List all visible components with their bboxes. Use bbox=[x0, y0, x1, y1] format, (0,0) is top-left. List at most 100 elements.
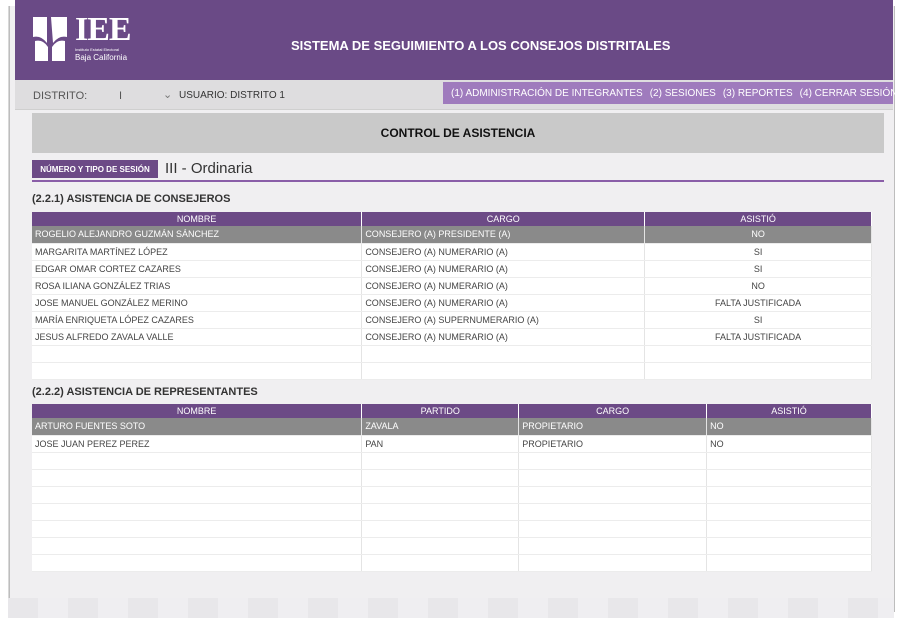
table-cell bbox=[706, 486, 872, 504]
table-cell: PROPIETARIO bbox=[518, 435, 708, 453]
col-nombre[interactable]: NOMBRE bbox=[32, 404, 363, 418]
table-cell bbox=[32, 452, 363, 470]
nav-administracion[interactable]: (1) ADMINISTRACIÓN DE INTEGRANTES bbox=[451, 88, 643, 99]
table-cell: JOSE JUAN PEREZ PEREZ bbox=[32, 435, 363, 453]
nav-cerrar-sesion[interactable]: (4) CERRAR SESIÓN bbox=[800, 88, 897, 99]
table-row[interactable]: MARÍA ENRIQUETA LÓPEZ CAZARES CONSEJERO (… bbox=[32, 311, 872, 329]
table-cell bbox=[706, 503, 872, 521]
table-row[interactable] bbox=[32, 503, 872, 521]
table-cell bbox=[32, 469, 363, 487]
col-partido[interactable]: PARTIDO bbox=[361, 404, 520, 418]
distrito-select[interactable]: I bbox=[119, 90, 122, 102]
table-cell: CONSEJERO (A) SUPERNUMERARIO (A) bbox=[361, 311, 646, 329]
table-cell: SI bbox=[644, 243, 872, 261]
table-cell: SI bbox=[644, 260, 872, 278]
table-row[interactable] bbox=[32, 554, 872, 572]
table-cell bbox=[518, 486, 708, 504]
table-cell bbox=[32, 503, 363, 521]
main-nav: (1) ADMINISTRACIÓN DE INTEGRANTES (2) SE… bbox=[443, 82, 897, 104]
table-row[interactable]: JESUS ALFREDO ZAVALA VALLE CONSEJERO (A) … bbox=[32, 328, 872, 346]
table-row[interactable]: JOSE JUAN PEREZ PEREZ PAN PROPIETARIO NO bbox=[32, 435, 872, 453]
table-cell: ARTURO FUENTES SOTO bbox=[32, 418, 363, 436]
table-cell: ZAVALA bbox=[361, 418, 520, 436]
table-cell: JESUS ALFREDO ZAVALA VALLE bbox=[32, 328, 363, 346]
nav-sesiones[interactable]: (2) SESIONES bbox=[650, 88, 716, 99]
col-cargo[interactable]: CARGO bbox=[361, 212, 646, 226]
table-row[interactable] bbox=[32, 520, 872, 538]
table-cell bbox=[706, 469, 872, 487]
table-cell: PAN bbox=[361, 435, 520, 453]
col-asistio[interactable]: ASISTIÓ bbox=[706, 404, 872, 418]
footer-pattern bbox=[8, 598, 894, 618]
table-cell bbox=[32, 537, 363, 555]
nav-reportes[interactable]: (3) REPORTES bbox=[723, 88, 793, 99]
table-cell: NO bbox=[644, 277, 872, 295]
table-cell bbox=[361, 362, 646, 380]
table-cell bbox=[706, 537, 872, 555]
table-cell bbox=[518, 503, 708, 521]
table-cell bbox=[644, 345, 872, 363]
table-cell bbox=[361, 503, 520, 521]
table-cell bbox=[644, 362, 872, 380]
table-cell: CONSEJERO (A) PRESIDENTE (A) bbox=[361, 226, 646, 244]
table-cell: NO bbox=[706, 418, 872, 436]
logo-text: IEE bbox=[75, 10, 132, 48]
logo-mark-icon bbox=[31, 13, 69, 63]
table-cell bbox=[361, 537, 520, 555]
page-title: CONTROL DE ASISTENCIA bbox=[32, 113, 884, 153]
iee-logo: IEE Instituto Estatal Electoral Baja Cal… bbox=[31, 10, 157, 66]
table-cell bbox=[518, 520, 708, 538]
table-row[interactable]: EDGAR OMAR CORTEZ CAZARES CONSEJERO (A) N… bbox=[32, 260, 872, 278]
table-cell: NO bbox=[644, 226, 872, 244]
table-cell: CONSEJERO (A) NUMERARIO (A) bbox=[361, 260, 646, 278]
table-cell: PROPIETARIO bbox=[518, 418, 708, 436]
table-cell bbox=[361, 520, 520, 538]
table-cell: JOSE MANUEL GONZÁLEZ MERINO bbox=[32, 294, 363, 312]
table-cell bbox=[32, 345, 363, 363]
table-cell bbox=[706, 520, 872, 538]
table-row[interactable] bbox=[32, 469, 872, 487]
table-cell bbox=[518, 469, 708, 487]
table-cell bbox=[518, 537, 708, 555]
table-cell: MARÍA ENRIQUETA LÓPEZ CAZARES bbox=[32, 311, 363, 329]
logo-subtext-region: Baja California bbox=[75, 52, 128, 62]
table-row[interactable] bbox=[32, 362, 872, 380]
table-cell bbox=[32, 554, 363, 572]
representantes-title: (2.2.2) ASISTENCIA DE REPRESENTANTES bbox=[32, 386, 258, 398]
table-cell: FALTA JUSTIFICADA bbox=[644, 294, 872, 312]
table-row[interactable]: ROGELIO ALEJANDRO GUZMÁN SÁNCHEZ CONSEJER… bbox=[32, 226, 872, 244]
table-cell bbox=[361, 345, 646, 363]
col-asistio[interactable]: ASISTIÓ bbox=[644, 212, 872, 226]
table-cell bbox=[706, 554, 872, 572]
table-cell: ROSA ILIANA GONZÁLEZ TRIAS bbox=[32, 277, 363, 295]
table-row[interactable]: MARGARITA MARTÍNEZ LÓPEZ CONSEJERO (A) NU… bbox=[32, 243, 872, 261]
table-row[interactable] bbox=[32, 486, 872, 504]
col-cargo[interactable]: CARGO bbox=[518, 404, 708, 418]
session-row: NÚMERO Y TIPO DE SESIÓN III - Ordinaria bbox=[32, 160, 884, 182]
table-cell: SI bbox=[644, 311, 872, 329]
table-cell: CONSEJERO (A) NUMERARIO (A) bbox=[361, 328, 646, 346]
table-row[interactable]: JOSE MANUEL GONZÁLEZ MERINO CONSEJERO (A)… bbox=[32, 294, 872, 312]
table-row[interactable] bbox=[32, 537, 872, 555]
table-row[interactable]: ARTURO FUENTES SOTO ZAVALA PROPIETARIO NO bbox=[32, 418, 872, 436]
table-row[interactable] bbox=[32, 452, 872, 470]
table-cell bbox=[32, 520, 363, 538]
session-value: III - Ordinaria bbox=[165, 160, 253, 177]
table-row[interactable]: ROSA ILIANA GONZÁLEZ TRIAS CONSEJERO (A) … bbox=[32, 277, 872, 295]
app-header: IEE Instituto Estatal Electoral Baja Cal… bbox=[15, 0, 893, 80]
table-cell: CONSEJERO (A) NUMERARIO (A) bbox=[361, 277, 646, 295]
table-cell: ROGELIO ALEJANDRO GUZMÁN SÁNCHEZ bbox=[32, 226, 363, 244]
col-nombre[interactable]: NOMBRE bbox=[32, 212, 363, 226]
session-type-button[interactable]: NÚMERO Y TIPO DE SESIÓN bbox=[32, 160, 158, 178]
consejeros-title: (2.2.1) ASISTENCIA DE CONSEJEROS bbox=[32, 193, 231, 205]
representantes-table: NOMBRE PARTIDO CARGO ASISTIÓ ARTURO FUEN… bbox=[32, 404, 872, 572]
table-row[interactable] bbox=[32, 345, 872, 363]
table-cell bbox=[518, 452, 708, 470]
table-cell: FALTA JUSTIFICADA bbox=[644, 328, 872, 346]
consejeros-table: NOMBRE CARGO ASISTIÓ ROGELIO ALEJANDRO G… bbox=[32, 212, 872, 380]
table-cell: MARGARITA MARTÍNEZ LÓPEZ bbox=[32, 243, 363, 261]
table-cell bbox=[361, 554, 520, 572]
app-title: SISTEMA DE SEGUIMIENTO A LOS CONSEJOS DI… bbox=[291, 38, 671, 53]
chevron-down-icon[interactable]: ⌄ bbox=[163, 88, 172, 101]
table-cell bbox=[361, 486, 520, 504]
